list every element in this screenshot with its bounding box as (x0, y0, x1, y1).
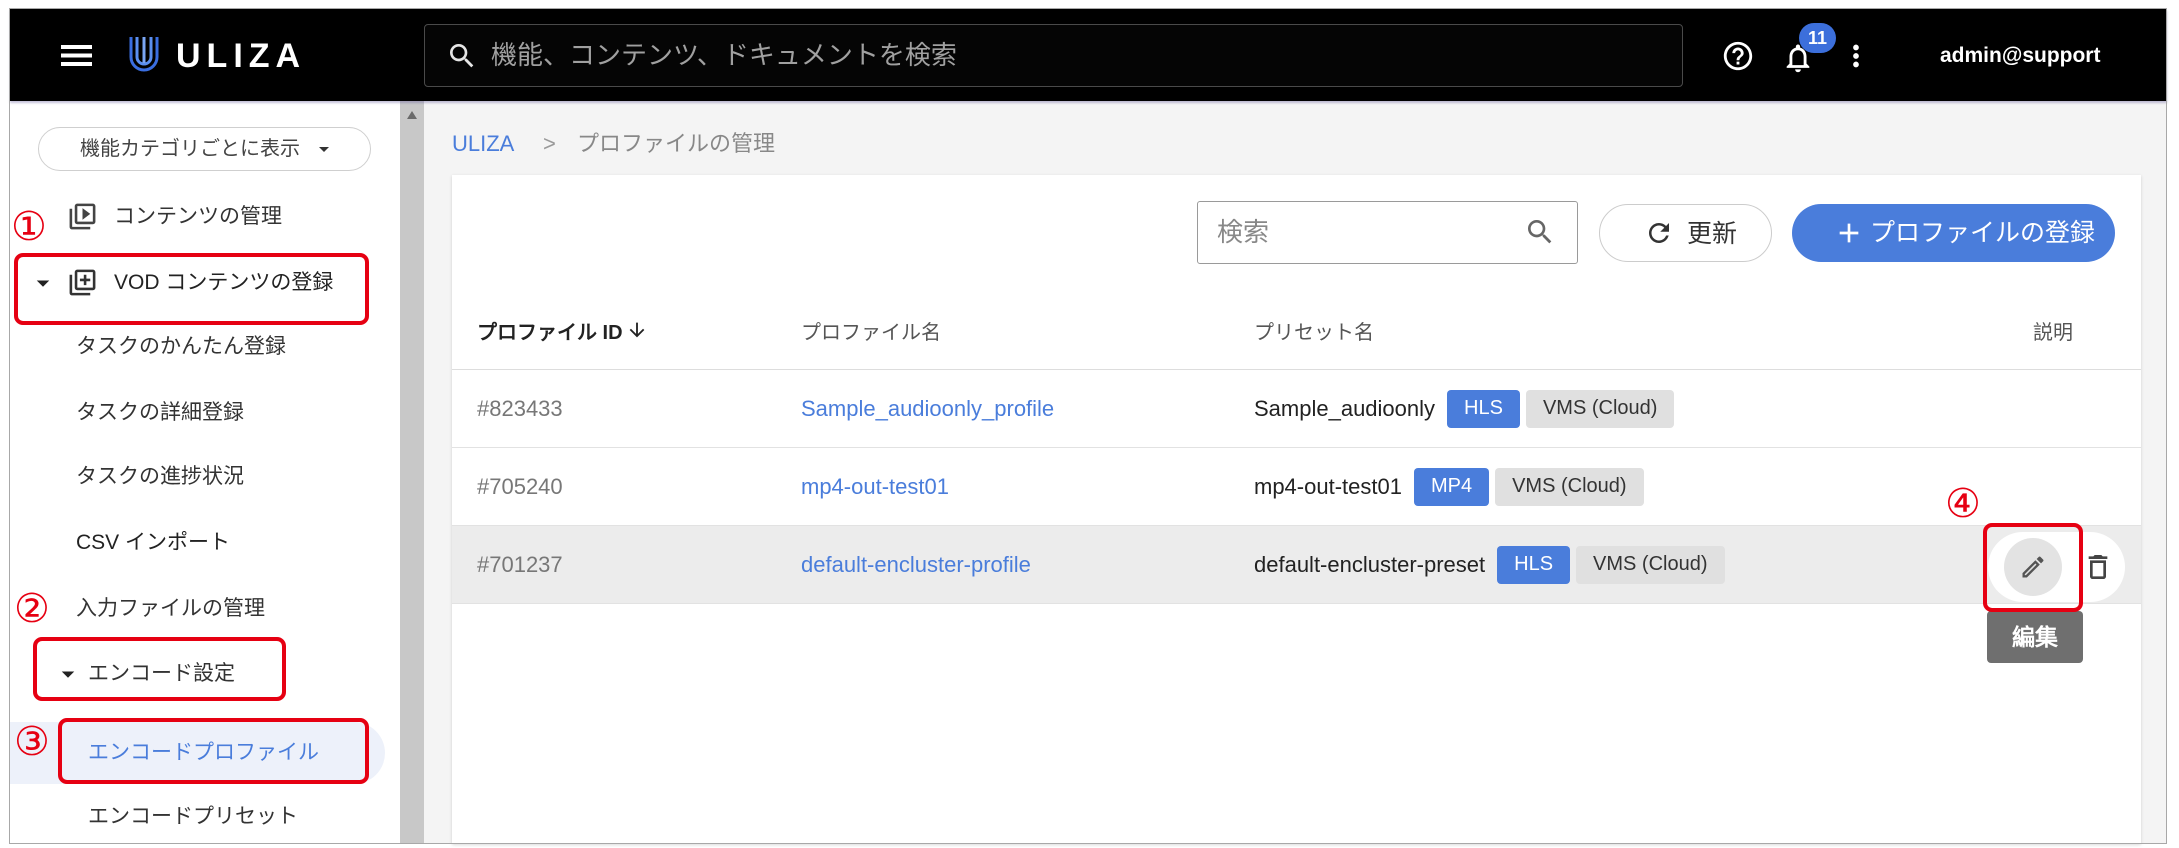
sidebar-item-label: エンコード設定 (88, 662, 235, 685)
profile-name-link[interactable]: default-encluster-profile (801, 526, 1031, 603)
breadcrumb-root-link[interactable]: ULIZA (452, 130, 514, 158)
plus-icon (1839, 223, 1859, 243)
category-view-select[interactable]: 機能カテゴリごとに表示 (38, 127, 371, 171)
sidebar-item-input-file-management[interactable]: 入力ファイルの管理 (10, 587, 400, 631)
hamburger-menu-icon[interactable] (61, 45, 92, 66)
top-bar: ULIZA 機能、コンテンツ、ドキュメントを検索 11 admin@suppor… (10, 9, 2167, 101)
preset-cell: mp4-out-test01 MP4 VMS (Cloud) (1254, 448, 1644, 525)
sidebar-item-label: エンコードプロファイル (88, 741, 319, 764)
profile-name-link[interactable]: Sample_audioonly_profile (801, 370, 1054, 447)
sidebar-item-task-detailed-registration[interactable]: タスクの詳細登録 (10, 391, 400, 435)
sidebar-item-label: タスクのかんたん登録 (76, 335, 286, 358)
table-row[interactable]: #705240 mp4-out-test01 mp4-out-test01 MP… (452, 448, 2141, 526)
library-add-icon (69, 269, 96, 296)
column-header-profile-name[interactable]: プロファイル名 (801, 310, 941, 350)
platform-tag: VMS (Cloud) (1525, 389, 1675, 428)
profile-list-card: 検索 更新 プロファイルの登録 プロファイル ID プロファイル名 プリセット名… (452, 175, 2141, 844)
column-header-profile-id[interactable]: プロファイル ID (477, 310, 648, 350)
sidebar-item-task-quick-registration[interactable]: タスクのかんたん登録 (10, 325, 400, 369)
table-row[interactable]: #701237 default-encluster-profile defaul… (452, 526, 2141, 604)
table-row[interactable]: #823433 Sample_audioonly_profile Sample_… (452, 370, 2141, 448)
edit-button[interactable] (2004, 538, 2062, 596)
sidebar-item-encode-preset[interactable]: エンコードプリセット (10, 795, 400, 839)
platform-tag: VMS (Cloud) (1576, 545, 1725, 584)
preset-cell: default-encluster-preset HLS VMS (Cloud) (1254, 526, 1725, 603)
register-profile-button-label: プロファイルの登録 (1870, 219, 2096, 247)
sidebar-item-content-management[interactable]: コンテンツの管理 (10, 195, 400, 239)
uliza-logo-icon (129, 37, 159, 72)
preset-cell: Sample_audioonly HLS VMS (Cloud) (1254, 370, 1675, 447)
refresh-button-label: 更新 (1687, 220, 1738, 248)
sidebar-item-label: タスクの詳細登録 (76, 401, 244, 424)
profile-id: #701237 (477, 551, 563, 577)
column-header-description: 説明 (2033, 321, 2073, 344)
category-view-select-label: 機能カテゴリごとに表示 (80, 138, 300, 160)
edit-icon (2022, 556, 2044, 578)
format-tag: MP4 (1413, 467, 1490, 506)
logo-text[interactable]: ULIZA (176, 39, 306, 73)
search-icon (450, 44, 474, 68)
sidebar-item-task-progress[interactable]: タスクの進捗状況 (10, 455, 400, 499)
breadcrumb-separator: > (543, 131, 556, 156)
sidebar-item-label: コンテンツの管理 (114, 205, 282, 228)
sidebar-item-encode-profile[interactable]: エンコードプロファイル (10, 722, 385, 784)
edit-tooltip: 編集 (1987, 611, 2083, 663)
sidebar-item-label: エンコードプリセット (88, 805, 298, 828)
register-profile-button[interactable]: プロファイルの登録 (1792, 204, 2115, 262)
chevron-down-icon (319, 147, 329, 152)
search-icon[interactable] (1524, 216, 1556, 248)
column-header-preset-name[interactable]: プリセット名 (1254, 310, 1374, 350)
preset-name: mp4-out-test01 (1254, 473, 1402, 499)
more-vert-icon[interactable] (1839, 39, 1873, 73)
platform-tag: VMS (Cloud) (1495, 467, 1644, 506)
sidebar: 機能カテゴリごとに表示 コンテンツの管理 VOD コンテンツの登録 タスクのかん… (10, 101, 400, 844)
caret-down-icon (36, 280, 50, 287)
breadcrumb-current: プロファイルの管理 (577, 131, 776, 156)
profile-search-placeholder: 検索 (1217, 217, 1270, 247)
sidebar-scrollbar[interactable] (400, 101, 424, 844)
scroll-up-arrow-icon[interactable] (406, 110, 418, 120)
arrow-downward-icon (629, 322, 644, 338)
format-tag: HLS (1447, 389, 1520, 428)
preset-name: Sample_audioonly (1254, 395, 1436, 421)
caret-down-icon (61, 671, 75, 678)
profile-search-input[interactable]: 検索 (1197, 201, 1578, 264)
help-icon[interactable] (1721, 39, 1755, 73)
column-header-label: プロファイル ID (477, 321, 623, 344)
sidebar-item-label: タスクの進捗状況 (76, 465, 244, 488)
notification-count-badge: 11 (1799, 23, 1836, 53)
sidebar-item-label: 入力ファイルの管理 (76, 597, 265, 620)
sidebar-item-vod-registration[interactable]: VOD コンテンツの登録 (10, 261, 400, 305)
sidebar-item-csv-import[interactable]: CSV インポート (10, 521, 400, 565)
format-tag: HLS (1497, 545, 1571, 584)
video-library-icon (69, 203, 96, 230)
sidebar-item-label: VOD コンテンツの登録 (114, 271, 334, 294)
profile-id: #823433 (477, 395, 563, 421)
user-account-menu[interactable]: admin@support (1940, 39, 2100, 73)
global-search-placeholder: 機能、コンテンツ、ドキュメントを検索 (491, 40, 957, 70)
refresh-icon (1649, 223, 1669, 243)
profile-name-link[interactable]: mp4-out-test01 (801, 448, 949, 525)
sidebar-item-encode-settings[interactable]: エンコード設定 (10, 652, 400, 696)
profile-id: #705240 (477, 473, 563, 499)
delete-icon[interactable] (2082, 551, 2114, 583)
preset-name: default-encluster-preset (1254, 551, 1486, 577)
refresh-button[interactable]: 更新 (1599, 204, 1772, 262)
global-search-input[interactable]: 機能、コンテンツ、ドキュメントを検索 (424, 24, 1683, 87)
sidebar-item-label: CSV インポート (76, 531, 231, 554)
